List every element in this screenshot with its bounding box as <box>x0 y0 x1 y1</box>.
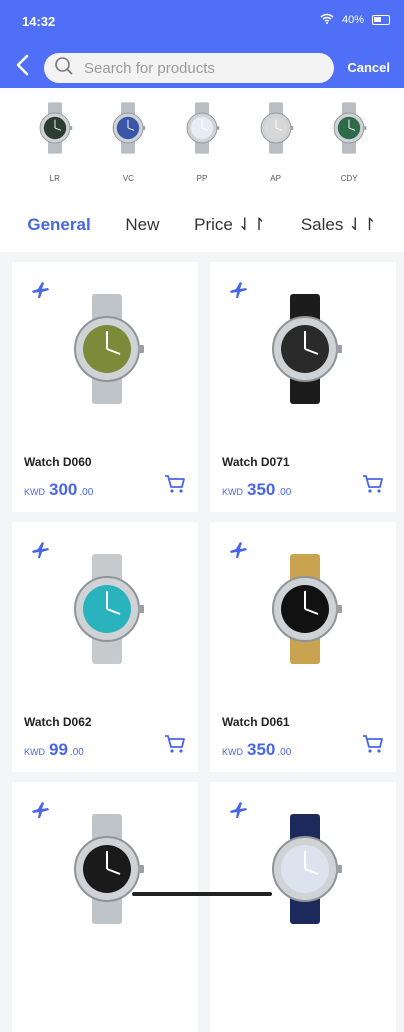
back-button[interactable] <box>12 52 34 78</box>
battery-percent: 40% <box>341 14 364 26</box>
tab-general[interactable]: General <box>27 215 90 235</box>
product-card[interactable] <box>12 782 198 1032</box>
price-decimal: .00 <box>277 747 292 758</box>
brand-label: AP <box>270 174 281 183</box>
price-currency: KWD <box>24 487 45 497</box>
search-bar[interactable] <box>44 53 334 83</box>
airplane-icon <box>30 280 50 300</box>
brand-label: CDY <box>340 174 358 183</box>
product-image <box>260 294 350 404</box>
product-name: Watch D061 <box>222 715 290 729</box>
chevron-left-icon <box>16 54 29 76</box>
price-integer: 99 <box>49 740 68 759</box>
status-bar: 14:32 40% <box>0 0 404 42</box>
watch-thumbnail <box>255 102 297 154</box>
brand-item[interactable]: VC <box>100 88 156 198</box>
brand-label: LR <box>49 174 60 183</box>
price-integer: 350 <box>247 740 276 759</box>
price-currency: KWD <box>222 487 243 497</box>
product-card[interactable]: Watch D060 KWD 300.00 <box>12 262 198 512</box>
watch-thumbnail <box>34 102 76 154</box>
price-integer: 350 <box>247 480 276 499</box>
add-to-cart-button[interactable] <box>164 474 186 494</box>
tab-sales[interactable]: Sales ⇃↾ <box>301 215 377 235</box>
status-icons: 40% <box>320 13 390 27</box>
price-decimal: .00 <box>69 747 84 758</box>
price-currency: KWD <box>222 747 243 757</box>
product-grid: Watch D060 KWD 300.00 Watch D071 KWD 350.00 Wa… <box>12 262 396 1032</box>
watch-thumbnail <box>181 102 223 154</box>
home-indicator <box>132 892 272 896</box>
product-price: KWD 350.00 <box>222 480 291 500</box>
airplane-icon <box>30 800 50 820</box>
product-image <box>62 294 152 404</box>
product-price: KWD 99.00 <box>24 740 84 760</box>
product-card[interactable]: Watch D062 KWD 99.00 <box>12 522 198 772</box>
tab-new[interactable]: New <box>125 215 159 235</box>
add-to-cart-button[interactable] <box>164 734 186 754</box>
product-name: Watch D062 <box>24 715 92 729</box>
brand-item[interactable]: CDY <box>321 88 377 198</box>
battery-icon <box>372 15 390 25</box>
product-price: KWD 300.00 <box>24 480 93 500</box>
cancel-button[interactable]: Cancel <box>347 60 390 75</box>
price-currency: KWD <box>24 747 45 757</box>
price-decimal: .00 <box>277 487 292 498</box>
cart-icon <box>363 735 383 753</box>
product-price: KWD 350.00 <box>222 740 291 760</box>
product-name: Watch D071 <box>222 455 290 469</box>
airplane-icon <box>228 540 248 560</box>
airplane-icon <box>228 280 248 300</box>
product-image <box>62 554 152 664</box>
product-card[interactable]: Watch D071 KWD 350.00 <box>210 262 396 512</box>
brand-item[interactable]: PP <box>174 88 230 198</box>
search-icon <box>54 56 74 81</box>
add-to-cart-button[interactable] <box>362 734 384 754</box>
product-card[interactable]: Watch D061 KWD 350.00 <box>210 522 396 772</box>
product-image <box>260 814 350 924</box>
price-decimal: .00 <box>79 487 94 498</box>
cart-icon <box>165 735 185 753</box>
brand-carousel: LR VC PP AP CDY <box>0 88 404 198</box>
watch-thumbnail <box>107 102 149 154</box>
wifi-icon <box>320 13 334 27</box>
product-name: Watch D060 <box>24 455 92 469</box>
search-input[interactable] <box>84 59 304 77</box>
product-image <box>260 554 350 664</box>
cart-icon <box>165 475 185 493</box>
watch-thumbnail <box>328 102 370 154</box>
product-card[interactable] <box>210 782 396 1032</box>
add-to-cart-button[interactable] <box>362 474 384 494</box>
cart-icon <box>363 475 383 493</box>
price-integer: 300 <box>49 480 78 499</box>
airplane-icon <box>228 800 248 820</box>
product-image <box>62 814 152 924</box>
brand-label: VC <box>122 174 134 183</box>
airplane-icon <box>30 540 50 560</box>
top-header: Cancel <box>0 42 404 88</box>
brand-item[interactable]: AP <box>248 88 304 198</box>
tab-price[interactable]: Price ⇃↾ <box>194 215 266 235</box>
brand-item[interactable]: LR <box>27 88 83 198</box>
brand-label: PP <box>196 174 208 183</box>
sort-tabs: General New Price ⇃↾ Sales ⇃↾ <box>0 198 404 252</box>
status-time: 14:32 <box>22 14 56 29</box>
